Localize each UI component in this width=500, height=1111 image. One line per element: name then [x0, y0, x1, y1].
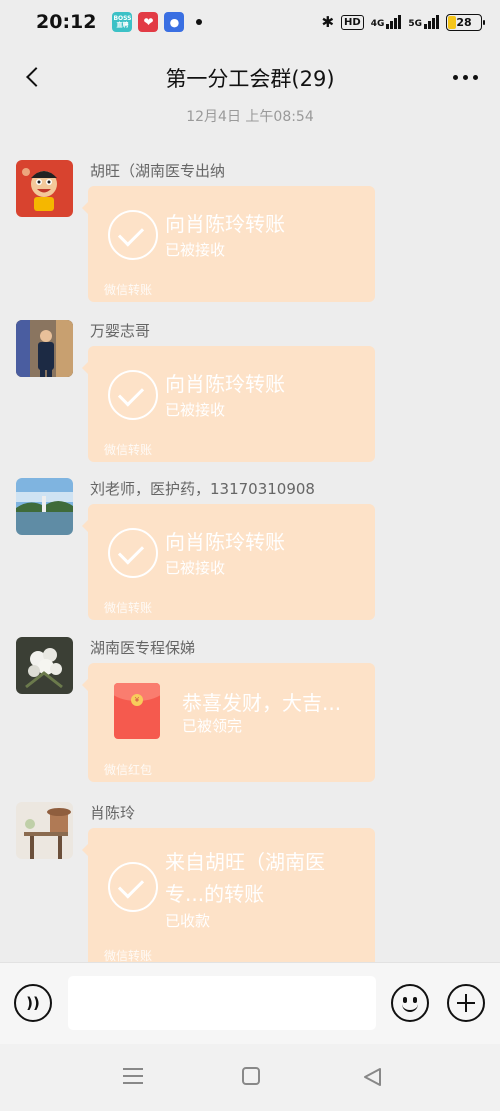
boss-zhipin-app-icon: BOSS 直聘 — [112, 12, 133, 32]
system-nav-bar — [0, 1044, 500, 1111]
transfer-title: 向肖陈玲转账 — [165, 530, 285, 554]
message-timestamp: 12月4日 上午08:54 — [186, 109, 314, 125]
transfer-status: 已被接收 — [165, 401, 226, 419]
transfer-footer: 微信转账 — [104, 601, 153, 615]
more-actions-button[interactable] — [447, 984, 485, 1022]
red-packet-card[interactable]: ¥ 恭喜发财，大吉... 已被领完 微信红包 — [82, 663, 375, 782]
transfer-card[interactable]: 向肖陈玲转账 已被接收 微信转账 — [82, 186, 375, 302]
status-bar: 20:12 BOSS 直聘 ❤ ● ✱ HD 4G 5G 28 — [0, 0, 500, 44]
emoji-eye-icon — [403, 997, 407, 1003]
more-options-button[interactable] — [453, 62, 478, 92]
message-item: 刘老师，医护药，13170310908 向肖陈玲转账 已被接收 微信转账 — [16, 478, 486, 623]
avatar[interactable] — [16, 637, 73, 694]
transfer-status: 已被接收 — [165, 559, 226, 577]
status-app-icons: BOSS 直聘 ❤ ● — [112, 12, 203, 32]
avatar[interactable] — [16, 320, 73, 377]
transfer-card[interactable]: 向肖陈玲转账 已被接收 微信转账 — [82, 504, 375, 620]
battery-icon: 28 — [446, 13, 485, 31]
message-item: 肖陈玲 来自胡旺（湖南医 专...的转账 已收款 微信转账 — [16, 802, 486, 968]
message-input-bar: )) — [0, 962, 500, 1044]
transfer-status: 已收款 — [165, 912, 211, 930]
transfer-title: 来自胡旺（湖南医 — [165, 850, 325, 874]
emoji-eye-icon — [413, 997, 417, 1003]
red-packet-icon: ¥ — [114, 683, 160, 739]
transfer-footer: 微信转账 — [104, 443, 153, 457]
red-packet-status: 已被领完 — [182, 717, 243, 735]
signal-4g-icon: 4G — [371, 15, 402, 29]
transfer-status: 已被接收 — [165, 241, 226, 259]
transfer-card[interactable]: 来自胡旺（湖南医 专...的转账 已收款 微信转账 — [82, 828, 375, 968]
message-item: 湖南医专程保娣 ¥ 恭喜发财，大吉... 已被领完 微信红包 — [16, 637, 486, 782]
transfer-footer: 微信转账 — [104, 283, 153, 297]
red-packet-footer: 微信红包 — [104, 763, 153, 777]
signal-5g-icon: 5G — [408, 15, 439, 29]
avatar[interactable] — [16, 802, 73, 859]
voice-input-button[interactable]: )) — [14, 984, 52, 1022]
heart-app-icon: ❤ — [138, 12, 159, 32]
hd-badge: HD — [341, 14, 364, 30]
baidu-app-icon: ● — [164, 12, 185, 32]
bluetooth-icon: ✱ — [321, 13, 335, 31]
sender-name: 胡旺（湖南医专出纳 — [90, 162, 226, 180]
status-time: 20:12 — [36, 11, 97, 33]
transfer-title: 向肖陈玲转账 — [165, 212, 285, 236]
sender-name: 刘老师，医护药，13170310908 — [90, 480, 315, 498]
red-packet-title: 恭喜发财，大吉... — [182, 691, 342, 715]
avatar[interactable] — [16, 160, 73, 217]
checkmark-circle-icon — [108, 370, 158, 420]
chevron-left-icon — [26, 67, 46, 87]
chat-header: 第一分工会群(29) — [0, 48, 500, 108]
avatar[interactable] — [16, 478, 73, 535]
sender-name: 湖南医专程保娣 — [90, 639, 196, 657]
transfer-title: 向肖陈玲转账 — [165, 372, 285, 396]
sender-name: 万婴志哥 — [90, 322, 151, 340]
checkmark-circle-icon — [108, 210, 158, 260]
home-button[interactable] — [242, 1067, 260, 1085]
page-title: 第一分工会群(29) — [165, 67, 335, 91]
transfer-card[interactable]: 向肖陈玲转账 已被接收 微信转账 — [82, 346, 375, 462]
voice-icon: )) — [26, 994, 40, 1012]
transfer-title-continued: 专...的转账 — [165, 882, 265, 906]
back-button[interactable] — [18, 62, 48, 92]
message-input[interactable] — [68, 976, 376, 1030]
emoji-button[interactable] — [391, 984, 429, 1022]
checkmark-circle-icon — [108, 862, 158, 912]
sender-name: 肖陈玲 — [90, 804, 136, 822]
recent-apps-button[interactable] — [123, 1068, 143, 1084]
status-indicators: ✱ HD 4G 5G 28 — [321, 13, 485, 31]
message-item: 万婴志哥 向肖陈玲转账 已被接收 微信转账 — [16, 320, 486, 465]
checkmark-circle-icon — [108, 528, 158, 578]
notification-dot-icon — [196, 19, 203, 25]
message-item: 胡旺（湖南医专出纳 向肖陈玲转账 已被接收 微信转账 — [16, 160, 486, 305]
emoji-mouth-icon — [402, 1004, 418, 1012]
